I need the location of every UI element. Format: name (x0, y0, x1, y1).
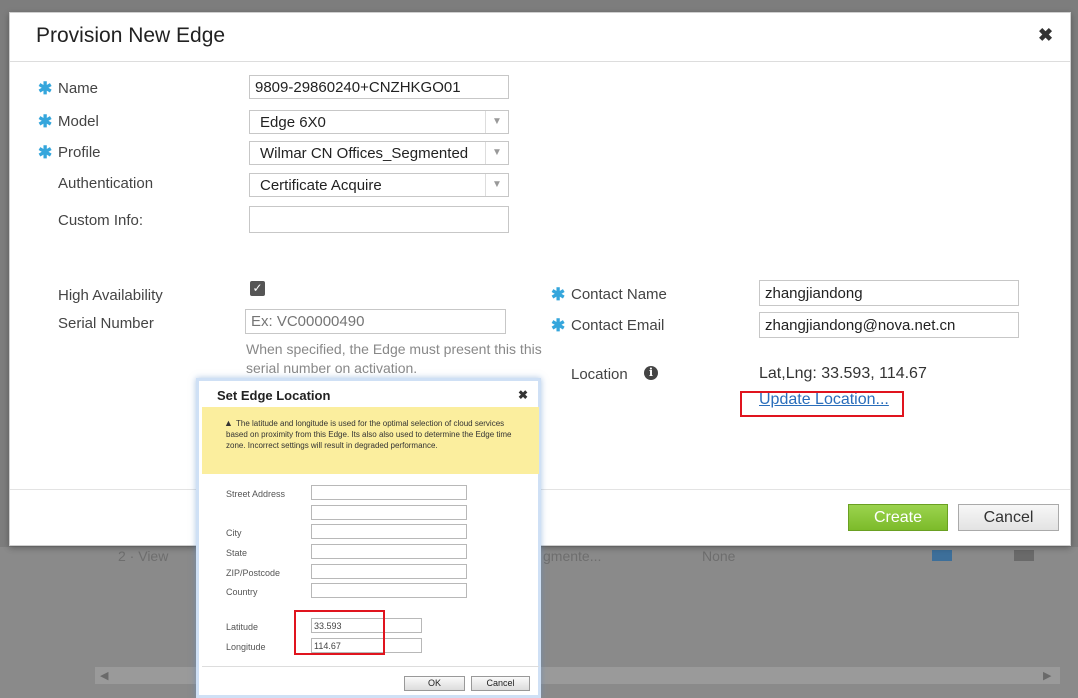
location-label: Location (571, 366, 628, 383)
contact-name-label: Contact Name (571, 286, 667, 303)
contact-name-input[interactable] (759, 280, 1019, 306)
authentication-select[interactable]: Certificate Acquire ▼ (249, 173, 509, 197)
cancel-button[interactable]: Cancel (958, 504, 1059, 531)
street-address-input-2[interactable] (311, 505, 467, 520)
create-button[interactable]: Create (848, 504, 948, 531)
background-badge-2 (1014, 550, 1034, 561)
profile-select-value: Wilmar CN Offices_Segmented (260, 145, 469, 162)
authentication-select-value: Certificate Acquire (260, 177, 382, 194)
chevron-down-icon[interactable]: ▼ (485, 174, 508, 196)
dialog-footer-divider (202, 666, 539, 667)
info-icon[interactable]: i (644, 366, 658, 380)
model-label: Model (58, 113, 99, 130)
custom-info-input[interactable] (249, 206, 509, 233)
background-row-action: 2 · View (118, 548, 169, 564)
required-asterisk-icon: ✱ (38, 112, 53, 131)
model-select-value: Edge 6X0 (260, 114, 326, 131)
contact-email-label: Contact Email (571, 317, 665, 334)
scroll-left-icon[interactable]: ◀ (100, 669, 108, 682)
highlight-annotation-box (294, 610, 385, 655)
serial-number-label: Serial Number (58, 315, 154, 332)
model-select[interactable]: Edge 6X0 ▼ (249, 110, 509, 134)
state-label: State (226, 548, 248, 558)
set-edge-location-dialog: Set Edge Location ✖ ▲ The latitude and l… (196, 378, 541, 698)
background-row-status: None (702, 548, 736, 564)
custom-info-label: Custom Info: (58, 212, 144, 229)
profile-select[interactable]: Wilmar CN Offices_Segmented ▼ (249, 141, 509, 165)
highlight-annotation-box (740, 391, 904, 417)
chevron-down-icon[interactable]: ▼ (485, 111, 508, 133)
ok-button[interactable]: OK (404, 676, 465, 691)
country-input[interactable] (311, 583, 467, 598)
city-label: City (226, 528, 242, 538)
contact-email-input[interactable] (759, 312, 1019, 338)
header-divider (10, 61, 1070, 62)
warning-text: The latitude and longitude is used for t… (226, 419, 512, 450)
required-asterisk-icon: ✱ (551, 316, 566, 335)
dialog-title: Set Edge Location (217, 388, 331, 403)
serial-number-input[interactable] (245, 309, 506, 334)
modal-title: Provision New Edge (36, 24, 226, 47)
country-label: Country (226, 587, 258, 597)
required-asterisk-icon: ✱ (38, 79, 53, 98)
zip-input[interactable] (311, 564, 467, 579)
street-address-label: Street Address (226, 489, 286, 499)
background-row-profile: gmente... (543, 548, 602, 564)
required-asterisk-icon: ✱ (38, 143, 53, 162)
location-value: Lat,Lng: 33.593, 114.67 (759, 365, 927, 382)
dialog-cancel-button[interactable]: Cancel (471, 676, 530, 691)
serial-number-help: When specified, the Edge must present th… (246, 341, 542, 376)
zip-label: ZIP/Postcode (226, 568, 281, 578)
longitude-label: Longitude (226, 642, 266, 652)
scroll-right-icon[interactable]: ▶ (1043, 669, 1051, 682)
profile-label: Profile (58, 144, 101, 161)
latitude-label: Latitude (226, 622, 259, 632)
chevron-down-icon[interactable]: ▼ (485, 142, 508, 164)
name-label: Name (58, 80, 99, 97)
background-badge (932, 550, 952, 561)
high-availability-checkbox[interactable]: ✓ (250, 281, 265, 296)
high-availability-label: High Availability (58, 287, 163, 304)
name-input[interactable] (249, 75, 509, 99)
close-icon[interactable]: ✖ (518, 388, 528, 402)
street-address-input-1[interactable] (311, 485, 467, 500)
authentication-label: Authentication (58, 175, 154, 192)
required-asterisk-icon: ✱ (551, 285, 566, 304)
city-input[interactable] (311, 524, 467, 539)
close-icon[interactable]: ✖ (1038, 25, 1053, 46)
state-input[interactable] (311, 544, 467, 559)
